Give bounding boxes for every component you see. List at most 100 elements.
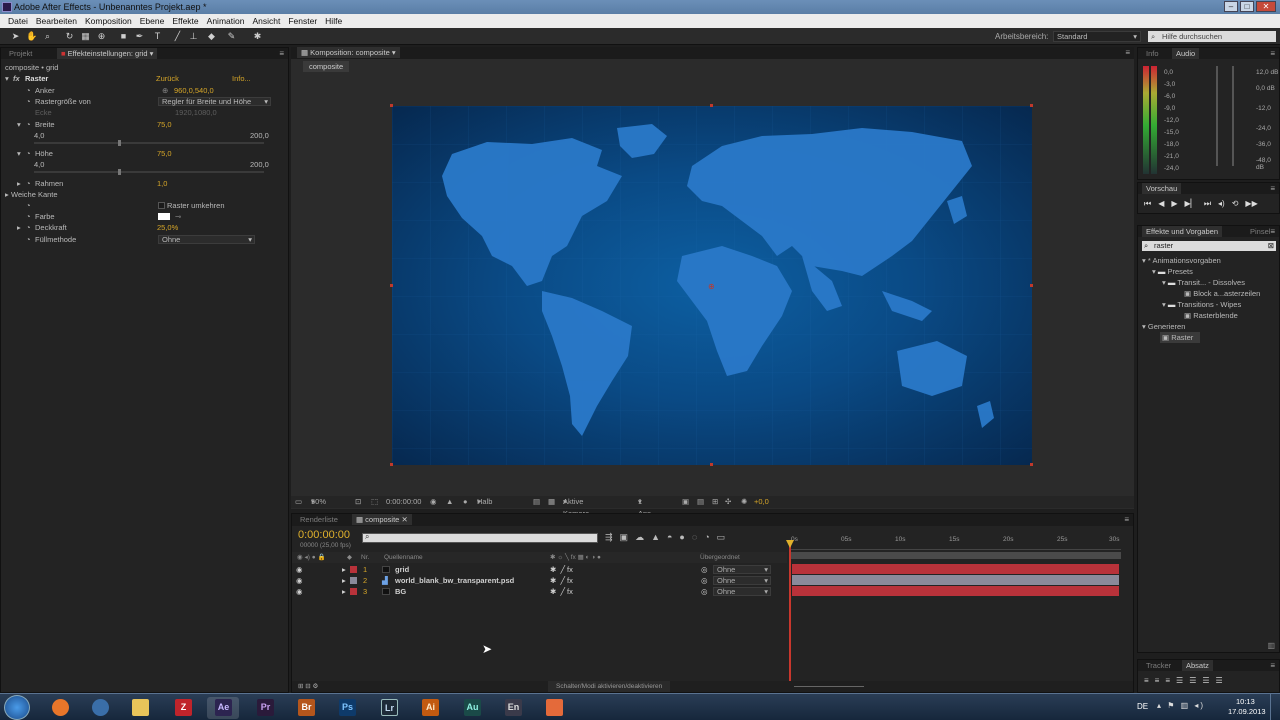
stopwatch-icon[interactable]: ◔ bbox=[26, 178, 31, 189]
layer-handle[interactable] bbox=[1030, 104, 1033, 107]
rectangle-tool-icon[interactable]: ■ bbox=[118, 31, 129, 42]
label-color[interactable] bbox=[350, 588, 357, 595]
justify-right-icon[interactable]: ☰ bbox=[1202, 676, 1209, 685]
prop-deckkraft-value[interactable]: 25,0% bbox=[157, 222, 178, 233]
zoom-select[interactable]: 50% ▾ bbox=[311, 496, 326, 508]
clock-date[interactable]: 17.09.2013 bbox=[1228, 707, 1266, 716]
text-tool-icon[interactable]: T bbox=[152, 31, 163, 42]
crosshair-icon[interactable]: ⊕ bbox=[162, 85, 168, 96]
taskbar-firefox[interactable] bbox=[44, 697, 76, 719]
tab-effects-presets[interactable]: Effekte und Vorgaben bbox=[1142, 226, 1223, 237]
layer-bar-world[interactable] bbox=[792, 575, 1119, 585]
taskbar-illustrator[interactable]: Ai bbox=[414, 697, 446, 719]
menu-ebene[interactable]: Ebene bbox=[136, 14, 169, 28]
show-desktop-button[interactable] bbox=[1270, 694, 1280, 720]
workspace-select[interactable]: Standard ▾ bbox=[1053, 31, 1141, 42]
audio-toggle-icon[interactable]: ◂) bbox=[1218, 199, 1225, 209]
hand-tool-icon[interactable]: ✋ bbox=[26, 31, 37, 42]
trash-icon[interactable]: ▥ bbox=[1267, 641, 1275, 650]
visibility-eye-icon[interactable]: ◉ bbox=[296, 586, 303, 597]
layer-handle[interactable] bbox=[1030, 463, 1033, 466]
pen-tool-icon[interactable]: ✒ bbox=[134, 31, 145, 42]
tab-absatz[interactable]: Absatz bbox=[1182, 660, 1213, 671]
tab-timeline-composite[interactable]: ▦ composite ✕ bbox=[352, 514, 412, 525]
justify-center-icon[interactable]: ☰ bbox=[1189, 676, 1196, 685]
tab-preview[interactable]: Vorschau bbox=[1142, 183, 1182, 194]
parent-select[interactable]: Ohne ▾ bbox=[713, 565, 771, 574]
region-icon[interactable]: ⬚ bbox=[371, 496, 378, 508]
expand-icon[interactable]: ▸ bbox=[342, 575, 346, 586]
taskbar-premiere[interactable]: Pr bbox=[249, 697, 281, 719]
timeline-zoom-slider[interactable] bbox=[794, 686, 864, 687]
layer-bar-grid[interactable] bbox=[792, 564, 1119, 574]
zoom-tool-icon[interactable]: ⌕ bbox=[42, 31, 53, 42]
taskbar-explorer[interactable] bbox=[124, 697, 156, 719]
expand-icon[interactable]: ▸ bbox=[342, 586, 346, 597]
layer-row[interactable]: ◉ ▸ 2 ▟ world_blank_bw_transparent.psd ✱… bbox=[292, 575, 787, 586]
menu-datei[interactable]: Datei bbox=[4, 14, 32, 28]
channel-icon[interactable]: ● bbox=[463, 496, 468, 508]
close-button[interactable]: ✕ bbox=[1256, 1, 1276, 12]
stopwatch-icon[interactable]: ◔ bbox=[26, 85, 31, 96]
menu-animation[interactable]: Animation bbox=[203, 14, 249, 28]
loop-icon[interactable]: ⟲ bbox=[1232, 199, 1239, 209]
tab-info[interactable]: Info bbox=[1142, 48, 1163, 59]
prop-hoehe-value[interactable]: 75,0 bbox=[157, 148, 172, 159]
layer-handle[interactable] bbox=[390, 104, 393, 107]
menu-hilfe[interactable]: Hilfe bbox=[321, 14, 346, 28]
timeline-icon[interactable]: ⊞ bbox=[712, 496, 718, 508]
label-color[interactable] bbox=[350, 577, 357, 584]
taskbar-photoshop[interactable]: Ps bbox=[331, 697, 363, 719]
grid-size-select[interactable]: Regler für Breite und Höhe ▾ bbox=[158, 97, 271, 106]
ram-preview-icon[interactable]: ▶▶ bbox=[1245, 199, 1257, 209]
taskbar-lightroom[interactable]: Lr bbox=[373, 697, 405, 719]
stopwatch-icon[interactable]: ◔ bbox=[26, 96, 31, 107]
graph-editor-icon[interactable]: ◌ bbox=[692, 532, 697, 543]
layer-search-input[interactable]: ⌕ bbox=[362, 532, 598, 543]
pan-behind-tool-icon[interactable]: ⊕ bbox=[96, 31, 107, 42]
shy-icon[interactable]: ☁ bbox=[635, 532, 644, 543]
last-frame-icon[interactable]: ⏭ bbox=[1204, 199, 1211, 209]
maximize-button[interactable]: □ bbox=[1240, 1, 1254, 12]
tree-item-presets[interactable]: ▾ ▬ Presets bbox=[1152, 266, 1193, 277]
layer-handle[interactable] bbox=[710, 463, 713, 466]
reset-link[interactable]: Zurück bbox=[156, 73, 179, 84]
panel-menu-icon[interactable]: ≡ bbox=[1270, 226, 1275, 237]
parent-select[interactable]: Ohne ▾ bbox=[713, 576, 771, 585]
switches-modes-toggle[interactable]: Schalter/Modi aktivieren/deaktivieren bbox=[548, 681, 671, 692]
expand-icon[interactable]: ▾ bbox=[5, 73, 9, 84]
clone-stamp-tool-icon[interactable]: ⊥ bbox=[188, 31, 199, 42]
camera-tool-icon[interactable]: ▦ bbox=[80, 31, 91, 42]
footer-icons[interactable]: ⊞ ⊟ ⚙ bbox=[298, 681, 318, 692]
rotate-tool-icon[interactable]: ↻ bbox=[64, 31, 75, 42]
taskbar-snipping[interactable] bbox=[538, 697, 570, 719]
audio-level-slider[interactable] bbox=[1232, 66, 1234, 166]
fast-preview-icon[interactable]: ▤ bbox=[697, 496, 704, 508]
expand-icon[interactable]: ▸ bbox=[5, 189, 9, 200]
tree-item-generieren[interactable]: ▾ Generieren bbox=[1142, 321, 1185, 332]
tree-item-block-dissolve[interactable]: ▣ Block a...asterzeilen bbox=[1184, 288, 1260, 299]
prop-anker-value[interactable]: 960,0,540,0 bbox=[174, 85, 214, 96]
prop-breite-value[interactable]: 75,0 bbox=[157, 119, 172, 130]
comp-breadcrumb[interactable]: composite bbox=[303, 61, 350, 72]
expand-icon[interactable]: ▾ bbox=[17, 148, 21, 159]
layer-handle[interactable] bbox=[710, 104, 713, 107]
tab-project[interactable]: Projekt bbox=[5, 48, 36, 59]
comp-mini-flowchart-icon[interactable]: ⇶ bbox=[605, 532, 613, 543]
layer-row[interactable]: ◉ ▸ 3 BG ✱ ╱ fx ◎ Ohne ▾ bbox=[292, 586, 787, 597]
exposure-value[interactable]: +0,0 bbox=[754, 496, 769, 508]
taskbar-filezilla[interactable]: Z bbox=[167, 697, 199, 719]
tree-item-rasterblende[interactable]: ▣ Rasterblende bbox=[1184, 310, 1238, 321]
fit-icon[interactable]: ⊡ bbox=[355, 496, 361, 508]
tree-item-wipes[interactable]: ▾ ▬ Transitions - Wipes bbox=[1162, 299, 1241, 310]
tree-item-animation-presets[interactable]: ▾ * Animationsvorgaben bbox=[1142, 255, 1221, 266]
transparency-grid-icon[interactable]: ▦ bbox=[548, 496, 555, 508]
prev-frame-icon[interactable]: ◀ bbox=[1158, 199, 1164, 209]
layer-bar-bg[interactable] bbox=[792, 586, 1119, 596]
justify-left-icon[interactable]: ☰ bbox=[1176, 676, 1183, 685]
layer-name[interactable]: grid bbox=[395, 564, 409, 575]
flowchart-icon[interactable]: ✣ bbox=[725, 496, 731, 508]
parent-select[interactable]: Ohne ▾ bbox=[713, 587, 771, 596]
keyframe-icon[interactable]: ◔ bbox=[704, 532, 709, 543]
panel-menu-icon[interactable]: ≡ bbox=[1270, 660, 1275, 671]
